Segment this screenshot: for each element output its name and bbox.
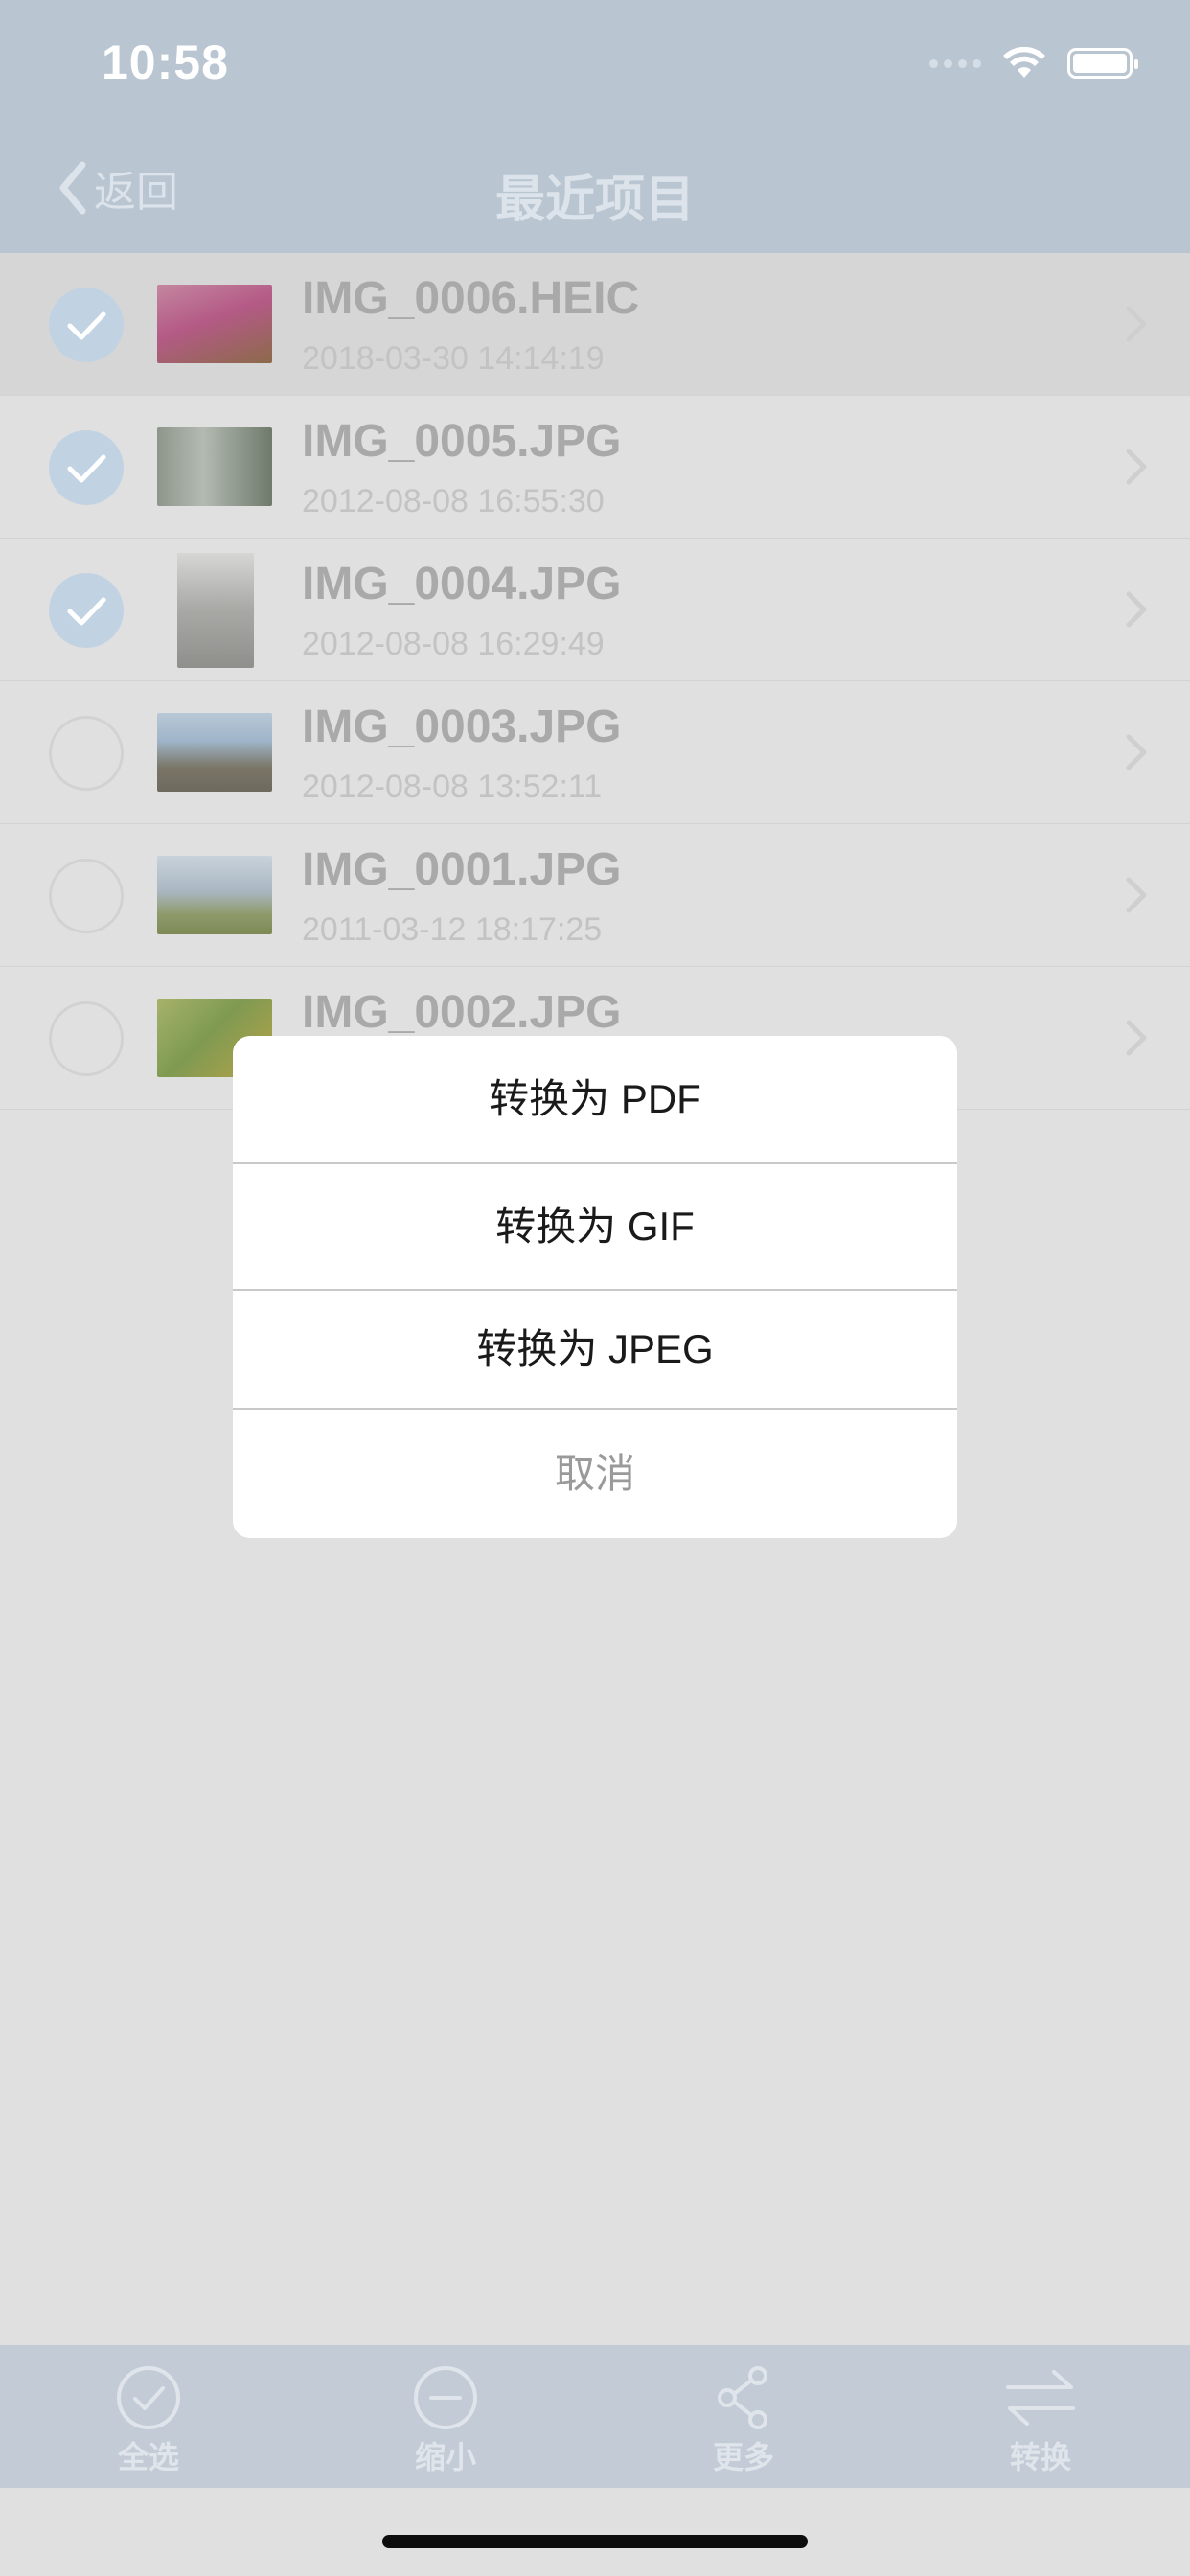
selection-checkbox[interactable] xyxy=(49,1001,124,1076)
list-item[interactable]: IMG_0001.JPG 2011-03-12 18:17:25 xyxy=(0,824,1190,967)
file-date: 2018-03-30 14:14:19 xyxy=(302,340,605,377)
page-title: 最近项目 xyxy=(494,172,695,228)
file-thumbnail xyxy=(157,285,272,363)
top-bar: 10:58 返回 最近项目 xyxy=(0,0,1190,253)
file-name: IMG_0005.JPG xyxy=(302,416,622,467)
selection-checkbox[interactable] xyxy=(49,288,124,362)
cellular-signal-icon xyxy=(929,58,981,68)
convert-action-sheet: 转换为 PDF 转换为 GIF 转换为 JPEG 取消 xyxy=(233,1036,957,1538)
file-thumbnail xyxy=(177,553,254,668)
file-thumbnail xyxy=(157,713,272,792)
home-indicator[interactable] xyxy=(382,2535,808,2548)
chevron-right-icon xyxy=(1126,877,1147,913)
check-circle-icon xyxy=(117,2366,180,2429)
convert-button[interactable]: 转换 xyxy=(973,2364,1108,2477)
file-name: IMG_0003.JPG xyxy=(302,702,622,752)
list-item[interactable]: IMG_0003.JPG 2012-08-08 13:52:11 xyxy=(0,681,1190,824)
convert-arrows-icon xyxy=(1006,2370,1075,2426)
status-time: 10:58 xyxy=(102,35,229,89)
file-name: IMG_0002.JPG xyxy=(302,987,622,1038)
file-date: 2012-08-08 16:29:49 xyxy=(302,626,605,662)
selection-checkbox[interactable] xyxy=(49,716,124,791)
file-thumbnail xyxy=(157,427,272,506)
minus-circle-icon xyxy=(414,2366,477,2429)
file-name: IMG_0001.JPG xyxy=(302,844,622,895)
more-button[interactable]: 更多 xyxy=(676,2364,811,2477)
shrink-button[interactable]: 缩小 xyxy=(378,2364,513,2477)
file-thumbnail xyxy=(157,856,272,934)
file-name: IMG_0006.HEIC xyxy=(302,273,640,324)
wifi-icon xyxy=(1003,47,1045,78)
convert-to-pdf-button[interactable]: 转换为 PDF xyxy=(233,1036,957,1162)
status-icons xyxy=(929,44,1138,82)
file-list: IMG_0006.HEIC 2018-03-30 14:14:19 IMG_00… xyxy=(0,253,1190,1110)
checkmark-icon xyxy=(67,311,106,340)
cancel-button[interactable]: 取消 xyxy=(233,1410,957,1538)
chevron-right-icon xyxy=(1126,306,1147,342)
select-all-button[interactable]: 全选 xyxy=(81,2364,216,2477)
list-item[interactable]: IMG_0006.HEIC 2018-03-30 14:14:19 xyxy=(0,253,1190,396)
convert-to-gif-button[interactable]: 转换为 GIF xyxy=(233,1164,957,1289)
more-label: 更多 xyxy=(712,2440,774,2474)
selection-checkbox[interactable] xyxy=(49,430,124,505)
chevron-right-icon xyxy=(1126,734,1147,770)
chevron-right-icon xyxy=(1126,591,1147,628)
file-date: 2011-03-12 18:17:25 xyxy=(302,911,603,948)
selection-checkbox[interactable] xyxy=(49,859,124,933)
list-item[interactable]: IMG_0005.JPG 2012-08-08 16:55:30 xyxy=(0,396,1190,539)
checkmark-icon xyxy=(67,454,106,483)
select-all-label: 全选 xyxy=(117,2440,179,2474)
bottom-toolbar: 全选 缩小 更多 转换 xyxy=(0,2345,1190,2488)
file-date: 2012-08-08 16:55:30 xyxy=(302,483,605,519)
share-icon xyxy=(718,2366,767,2429)
shrink-label: 缩小 xyxy=(414,2440,476,2474)
checkmark-icon xyxy=(67,597,106,626)
list-item[interactable]: IMG_0004.JPG 2012-08-08 16:29:49 xyxy=(0,539,1190,681)
chevron-right-icon xyxy=(1126,1020,1147,1056)
convert-label: 转换 xyxy=(1009,2440,1071,2474)
convert-to-jpeg-button[interactable]: 转换为 JPEG xyxy=(233,1291,957,1408)
file-name: IMG_0004.JPG xyxy=(302,559,622,610)
file-date: 2012-08-08 13:52:11 xyxy=(302,769,603,805)
chevron-right-icon xyxy=(1126,448,1147,485)
selection-checkbox[interactable] xyxy=(49,573,124,648)
battery-icon xyxy=(1067,48,1138,79)
